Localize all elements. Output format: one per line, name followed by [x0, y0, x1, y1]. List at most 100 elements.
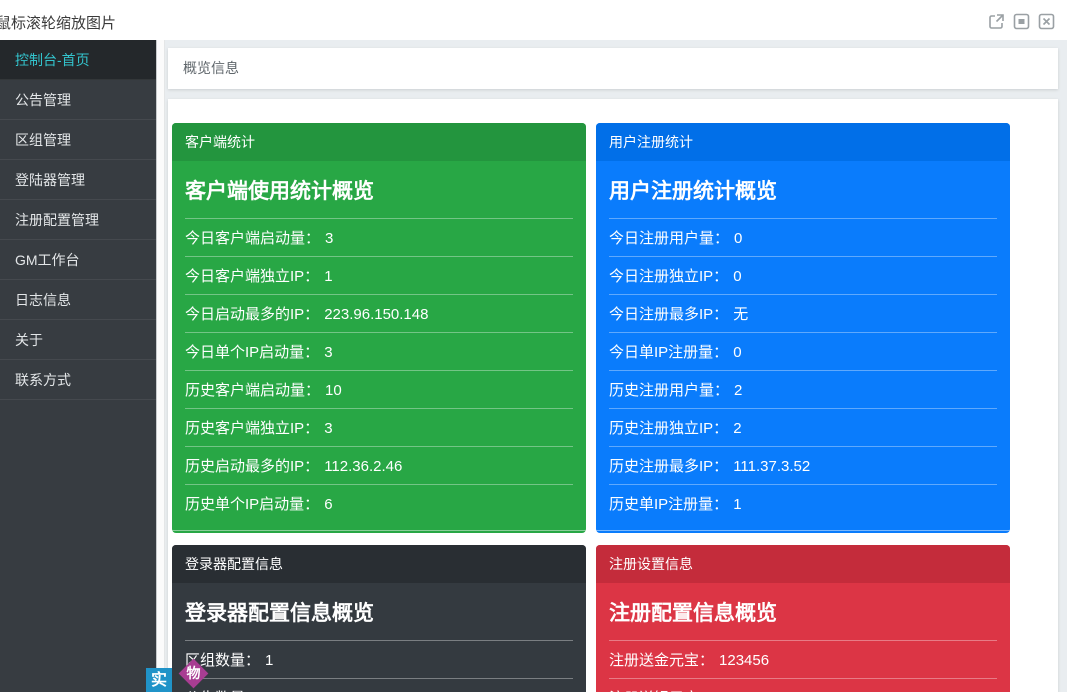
sidebar-item-label: GM工作台 — [15, 252, 80, 268]
main-content: 概览信息 客户端统计 客户端使用统计概览 今日客户端启动量： 3 今日客户端独立I… — [165, 40, 1067, 692]
stat-label: 今日客户端独立IP： — [185, 268, 319, 285]
stat-row: 今日注册用户量：0 — [609, 219, 997, 257]
stat-value: 1 — [324, 268, 332, 285]
maximize-restore-icon[interactable] — [1013, 13, 1030, 30]
stat-label: 今日单个IP启动量： — [185, 344, 319, 361]
stat-value: 3 — [325, 230, 333, 247]
stat-label: 注册送金元宝： — [609, 652, 714, 669]
card-header: 注册设置信息 — [596, 545, 1010, 583]
overview-panel-body: 客户端统计 客户端使用统计概览 今日客户端启动量： 3 今日客户端独立IP： 1 今… — [168, 99, 1058, 692]
stat-value: 3 — [324, 344, 332, 361]
cards-grid: 客户端统计 客户端使用统计概览 今日客户端启动量： 3 今日客户端独立IP： 1 今… — [168, 99, 1058, 692]
card-rows: 今日客户端启动量： 3 今日客户端独立IP： 1 今日启动最多的IP：223.96.… — [185, 219, 573, 522]
stat-card-user-register-stats: 用户注册统计 用户注册统计概览 今日注册用户量：0 今日注册独立IP：0 今日注… — [596, 123, 1010, 533]
sidebar-item[interactable]: 控制台-首页 — [0, 40, 156, 80]
stat-row: 今日注册独立IP： 0 — [609, 257, 997, 295]
stat-value: 0 — [734, 230, 742, 247]
stat-row: 历史启动最多的IP： 112.36.2.46 — [185, 447, 573, 485]
stat-value: 3 — [324, 420, 332, 437]
stat-label: 历史启动最多的IP： — [185, 458, 319, 475]
sidebar-item[interactable]: 关于 — [0, 320, 156, 360]
open-in-new-icon[interactable] — [988, 13, 1005, 30]
sidebar-item[interactable]: 登陆器管理 — [0, 160, 156, 200]
panel-header-label: 概览信息 — [183, 60, 239, 76]
stat-value: 112.36.2.46 — [324, 458, 402, 475]
stat-label: 历史客户端启动量： — [185, 382, 320, 399]
card-body: 登录器配置信息概览 区组数量：1 公告数量：1 — [172, 583, 586, 692]
stat-row: 注册送金元宝： 123456 — [609, 641, 997, 679]
sidebar-item[interactable]: 公告管理 — [0, 80, 156, 120]
stat-row: 今日客户端独立IP： 1 — [185, 257, 573, 295]
sidebar-item-label: 区组管理 — [15, 132, 71, 148]
sidebar: 控制台-首页 公告管理 区组管理 登陆器管理 注册配置管理 GM工作台 日志信息… — [0, 40, 156, 692]
stat-value: 0 — [733, 344, 741, 361]
stat-label: 今日注册独立IP： — [609, 268, 728, 285]
stat-label: 历史单个IP启动量： — [185, 496, 319, 513]
stat-card-register-config: 注册设置信息 注册配置信息概览 注册送金元宝： 123456 注册送银元宝：123… — [596, 545, 1010, 692]
sidebar-item-label: 联系方式 — [15, 372, 71, 388]
stat-label: 历史客户端独立IP： — [185, 420, 319, 437]
floating-badge-square-label: 实 — [151, 672, 167, 689]
stat-card-client-stats: 客户端统计 客户端使用统计概览 今日客户端启动量： 3 今日客户端独立IP： 1 今… — [172, 123, 586, 533]
card-body: 用户注册统计概览 今日注册用户量：0 今日注册独立IP：0 今日注册最多IP：无… — [596, 161, 1010, 530]
sidebar-item-label: 登陆器管理 — [15, 172, 85, 188]
card-title: 登录器配置信息概览 — [185, 587, 573, 641]
stat-value: 1 — [265, 652, 273, 669]
stat-value: 123456 — [719, 652, 769, 669]
sidebar-item[interactable]: 区组管理 — [0, 120, 156, 160]
topbar: 鼠标滚轮缩放图片 — [0, 0, 1067, 40]
sidebar-item[interactable]: 注册配置管理 — [0, 200, 156, 240]
stat-label: 今日单IP注册量： — [609, 344, 728, 361]
stat-row: 历史客户端启动量： 10 — [185, 371, 573, 409]
stat-label: 今日启动最多的IP： — [185, 306, 319, 323]
sidebar-item[interactable]: 联系方式 — [0, 360, 156, 400]
window-controls — [988, 13, 1055, 30]
stat-label: 今日客户端启动量： — [185, 230, 320, 247]
stat-label: 历史注册用户量： — [609, 382, 729, 399]
stat-value: 6 — [324, 496, 332, 513]
card-header: 客户端统计 — [172, 123, 586, 161]
stat-value: 2 — [734, 382, 742, 399]
stat-row: 历史注册用户量： 2 — [609, 371, 997, 409]
close-icon[interactable] — [1038, 13, 1055, 30]
card-footer: 查看详情 — [172, 530, 586, 533]
card-header: 登录器配置信息 — [172, 545, 586, 583]
stat-label: 今日注册最多IP： — [609, 306, 728, 323]
card-title: 客户端使用统计概览 — [185, 165, 573, 219]
overview-panel-header: 概览信息 — [168, 48, 1058, 89]
card-title: 用户注册统计概览 — [609, 165, 997, 219]
stat-row: 历史单个IP启动量： 6 — [185, 485, 573, 522]
card-title: 注册配置信息概览 — [609, 587, 997, 641]
sidebar-item-label: 注册配置管理 — [15, 212, 99, 228]
card-footer: 查看详情 — [596, 530, 1010, 533]
stat-row: 今日客户端启动量： 3 — [185, 219, 573, 257]
stat-value: 1 — [733, 496, 741, 513]
sidebar-scrollbar[interactable] — [156, 40, 165, 692]
window-title: 鼠标滚轮缩放图片 — [0, 12, 116, 33]
stat-row: 公告数量：1 — [185, 679, 573, 692]
stat-row: 历史单IP注册量： 1 — [609, 485, 997, 522]
stat-row: 历史注册最多IP：111.37.3.52 — [609, 447, 997, 485]
stat-row: 历史注册独立IP：2 — [609, 409, 997, 447]
card-rows: 区组数量：1 公告数量：1 — [185, 641, 573, 692]
stat-row: 区组数量：1 — [185, 641, 573, 679]
stat-row: 今日单个IP启动量： 3 — [185, 333, 573, 371]
stat-row: 注册送银元宝：12346 — [609, 679, 997, 692]
sidebar-item-label: 公告管理 — [15, 92, 71, 108]
stat-row: 历史客户端独立IP： 3 — [185, 409, 573, 447]
sidebar-item[interactable]: GM工作台 — [0, 240, 156, 280]
stat-label: 历史单IP注册量： — [609, 496, 728, 513]
card-body: 客户端使用统计概览 今日客户端启动量： 3 今日客户端独立IP： 1 今日启动最多的… — [172, 161, 586, 530]
stat-value: 0 — [733, 268, 741, 285]
sidebar-item-label: 控制台-首页 — [15, 52, 90, 68]
floating-badge-diamond[interactable]: 物 — [179, 659, 209, 689]
card-rows: 今日注册用户量：0 今日注册独立IP：0 今日注册最多IP：无 今日单IP注册量… — [609, 219, 997, 522]
sidebar-item[interactable]: 日志信息 — [0, 280, 156, 320]
floating-badge-diamond-label: 物 — [183, 663, 204, 684]
stat-row: 今日启动最多的IP：223.96.150.148 — [185, 295, 573, 333]
stat-row: 今日单IP注册量： 0 — [609, 333, 997, 371]
floating-badge-square[interactable]: 实 — [146, 668, 172, 692]
sidebar-item-label: 日志信息 — [15, 292, 71, 308]
stat-value: 10 — [325, 382, 342, 399]
card-rows: 注册送金元宝： 123456 注册送银元宝：12346 — [609, 641, 997, 692]
